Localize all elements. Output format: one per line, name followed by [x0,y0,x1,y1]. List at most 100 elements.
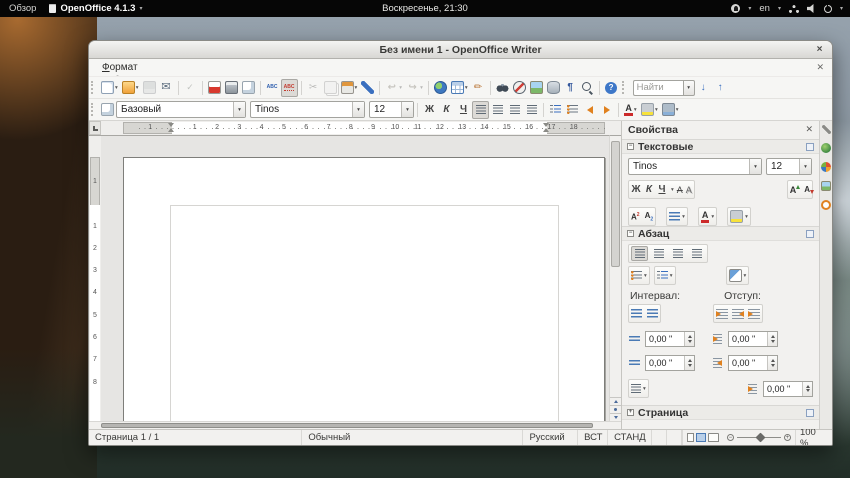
redo-button[interactable]: ↪▾ [404,79,425,97]
zoom-slider[interactable]: − + [723,434,795,441]
paragraph-style-combobox[interactable]: Базовый ▾ [116,101,246,118]
zoom-button[interactable] [579,79,596,97]
export-pdf-button[interactable] [206,79,223,97]
chevron-down-icon[interactable]: ▾ [749,159,761,174]
draw-functions-button[interactable]: ✏ [470,79,487,97]
zoom-track[interactable] [737,437,781,438]
numbered-list-button[interactable]: ▾ [654,266,676,285]
vertical-scrollbar-thumb[interactable] [611,141,620,267]
page-number-cell[interactable]: Страница 1 / 1 [89,430,302,445]
align-left-button[interactable] [472,101,489,119]
paragraph-background-button[interactable]: ▾ [726,266,750,285]
app-menu-button[interactable]: OpenOffice 4.1.3 ▾ [49,3,142,14]
find-previous-button[interactable]: ↑ [712,79,729,97]
increase-indent-button[interactable] [598,101,615,119]
vertical-scrollbar[interactable] [609,135,621,421]
dialog-launcher-icon[interactable] [806,230,814,238]
section-paragraph[interactable]: − Абзац [622,226,819,241]
close-sidebar-icon[interactable]: ✕ [805,124,813,135]
indent-after-field[interactable]: 0,00 " [728,355,778,371]
align-left-button[interactable] [631,246,648,261]
close-window-button[interactable]: × [813,43,826,56]
vertical-ruler[interactable]: 112345678 [89,135,101,421]
decrease-font-button[interactable]: А [804,185,810,194]
chevron-down-icon[interactable]: ▾ [352,102,364,117]
single-page-view-icon[interactable] [687,433,694,442]
highlighting-button[interactable]: ▾ [727,207,751,226]
bold-button[interactable]: Ж [421,101,438,119]
page-preview-button[interactable] [240,79,257,97]
spinner-arrows[interactable] [767,332,777,346]
spacing-below-field[interactable]: 0,00 " [645,355,695,371]
superscript-button[interactable]: А2 [631,212,640,222]
subscript-button[interactable]: А2 [645,211,654,223]
find-dropdown-icon[interactable]: ▾ [683,80,695,96]
spacing-above-field[interactable]: 0,00 " [645,331,695,347]
toolbar-grip[interactable] [622,81,626,94]
copy-button[interactable] [322,79,339,97]
sidebar-font-size-combobox[interactable]: 12 ▾ [766,158,812,175]
increase-spacing-icon[interactable] [631,309,642,318]
increase-font-button[interactable]: А [790,185,797,195]
formatting-marks-button[interactable]: ¶ [562,79,579,97]
collapse-icon[interactable]: − [627,143,634,150]
print-button[interactable] [223,79,240,97]
font-color-button[interactable]: А▾ [622,101,639,119]
auto-spellcheck-button[interactable] [281,79,298,97]
save-button[interactable] [141,79,158,97]
bulleted-list-button[interactable]: ▾ [628,266,650,285]
underline-button[interactable]: Ч [455,101,472,119]
power-icon[interactable] [824,5,832,13]
font-name-combobox[interactable]: Tinos ▾ [250,101,365,118]
justify-button[interactable] [523,101,540,119]
hyperlink-button[interactable] [432,79,449,97]
new-document-button[interactable]: ▾ [99,79,120,97]
find-replace-button[interactable] [494,79,511,97]
first-line-indent-field[interactable]: 0,00 " [763,381,813,397]
line-spacing-button[interactable]: ▾ [628,379,649,398]
edit-file-button[interactable]: ✓ [182,79,199,97]
toolbar-grip[interactable] [91,103,95,116]
book-view-icon[interactable] [708,433,719,442]
menu-item[interactable]: Формат [95,61,148,74]
network-icon[interactable] [789,5,799,13]
paste-button[interactable]: ▾ [339,79,360,97]
spellcheck-button[interactable] [264,79,281,97]
align-center-button[interactable] [489,101,506,119]
highlighting-button[interactable]: ▾ [639,101,660,119]
chevron-down-icon[interactable]: ▾ [233,102,245,117]
section-character[interactable]: − Текстовые [622,139,819,154]
italic-button[interactable]: К [644,184,654,195]
clock[interactable]: Воскресенье, 21:30 [382,3,468,14]
collapse-icon[interactable]: − [627,230,634,237]
multi-page-view-icon[interactable] [696,433,706,442]
shadow-button[interactable]: А [686,185,692,195]
cut-button[interactable]: ✂ [305,79,322,97]
close-document-icon[interactable]: ✕ [816,62,826,73]
page-style-cell[interactable]: Обычный [302,430,523,445]
styles-panel-button[interactable] [99,101,116,119]
tab-styles-and-formatting[interactable] [821,162,831,172]
spinner-arrows[interactable] [767,356,777,370]
sidebar-settings-icon[interactable] [822,125,831,134]
gallery-button[interactable] [528,79,545,97]
accessibility-icon[interactable] [731,4,740,13]
right-indent-marker[interactable] [543,123,550,132]
chevron-down-icon[interactable]: ▾ [671,187,674,193]
numbered-list-button[interactable] [547,101,564,119]
dialog-launcher-icon[interactable] [806,143,814,151]
chevron-down-icon[interactable]: ▾ [799,159,811,174]
tab-properties[interactable] [821,143,831,153]
zoom-in-icon[interactable]: + [784,434,791,441]
open-button[interactable]: ▾ [120,79,141,97]
signature-cell[interactable] [667,430,682,445]
document-page[interactable] [123,157,605,421]
language-cell[interactable]: Русский [523,430,578,445]
selection-mode-cell[interactable]: СТАНД [608,430,652,445]
font-size-combobox[interactable]: 12 ▾ [369,101,414,118]
keyboard-layout-indicator[interactable]: en [759,3,770,14]
section-page[interactable]: + Страница [622,405,819,420]
previous-page-button[interactable] [610,397,621,405]
left-indent-marker[interactable] [168,123,175,132]
find-next-button[interactable]: ↓ [695,79,712,97]
